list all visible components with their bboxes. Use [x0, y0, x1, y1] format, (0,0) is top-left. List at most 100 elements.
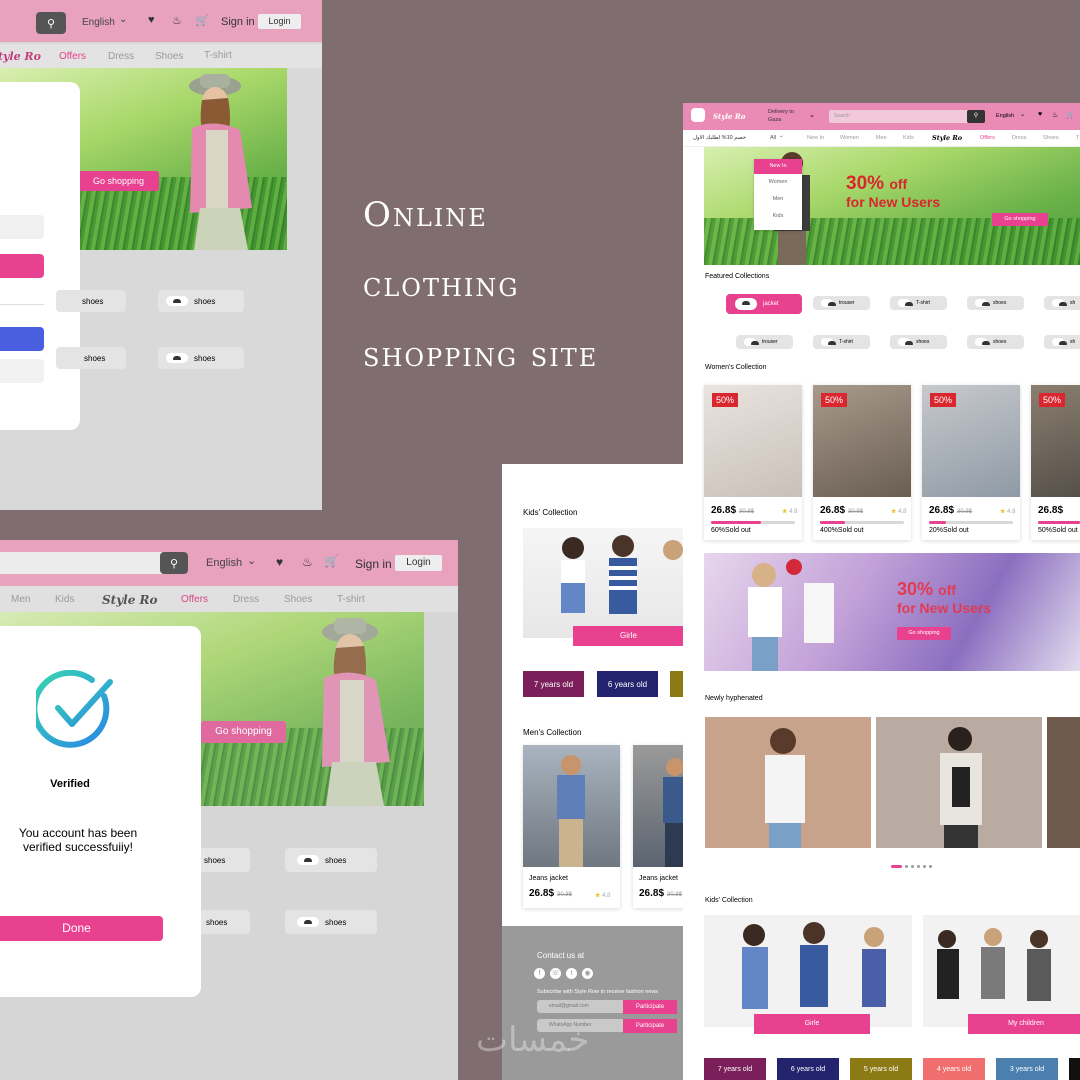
whatsapp-icon[interactable]: ☏: [550, 968, 561, 979]
featured-shoes-3[interactable]: shoes: [967, 335, 1024, 349]
nav-dress[interactable]: Dress: [233, 594, 259, 605]
participate-button-2[interactable]: Participate: [623, 1019, 677, 1033]
twitter-icon[interactable]: t: [566, 968, 577, 979]
featured-sh[interactable]: sh: [1044, 296, 1080, 310]
brand-logo[interactable]: Style Ro: [713, 112, 745, 121]
carousel-dot[interactable]: [911, 865, 914, 868]
featured-trouser-2[interactable]: trouser: [736, 335, 793, 349]
featured-jacket[interactable]: jacket: [726, 294, 802, 314]
language-select[interactable]: English: [996, 113, 1014, 119]
heart-icon[interactable]: ♥: [1038, 111, 1042, 118]
carousel-dot-active[interactable]: [891, 865, 902, 868]
nav-dress[interactable]: Dress: [108, 51, 134, 62]
modal-field-2[interactable]: [0, 359, 44, 383]
modal-pink-button[interactable]: [0, 254, 44, 278]
nav-offers[interactable]: Offers: [980, 135, 995, 141]
girls-button[interactable]: Girle: [754, 1014, 870, 1034]
brand-logo[interactable]: Style Ro: [102, 593, 158, 607]
nav-men[interactable]: Men: [11, 594, 30, 605]
modal-field-1[interactable]: [0, 215, 44, 239]
chip-shoes-2[interactable]: shoes: [285, 848, 377, 872]
carousel-dot[interactable]: [917, 865, 920, 868]
nav-offers[interactable]: Offers: [181, 594, 208, 605]
bell-icon[interactable]: ♨: [302, 555, 313, 569]
carousel-dot[interactable]: [905, 865, 908, 868]
featured-tshirt-2[interactable]: T-shirt: [813, 335, 870, 349]
nav-brand[interactable]: Style Ro: [932, 134, 962, 142]
login-button[interactable]: Login: [395, 555, 442, 571]
nav-tshirt[interactable]: T-shirt: [337, 594, 365, 605]
nav-tshirt[interactable]: T-shirt: [204, 50, 232, 61]
chip-shoes-2[interactable]: shoes: [158, 290, 244, 312]
cart-icon[interactable]: 🛒: [1066, 111, 1075, 119]
cart-icon[interactable]: 🛒: [195, 14, 209, 27]
cart-icon[interactable]: 🛒: [324, 554, 339, 568]
women-product-card[interactable]: 50% 26.8$ 30.8$ ★ 4.8 60%Sold out: [704, 385, 802, 540]
featured-tshirt[interactable]: T-shirt: [890, 296, 947, 310]
chip-shoes-3[interactable]: shoes: [56, 347, 126, 369]
go-shopping-button[interactable]: Go shopping: [992, 213, 1048, 226]
bell-icon[interactable]: ♨: [1052, 111, 1058, 119]
chip-shoes-4[interactable]: shoes: [158, 347, 244, 369]
signin-link[interactable]: Sign in: [355, 557, 392, 571]
done-button[interactable]: Done: [0, 916, 163, 941]
nav-dress[interactable]: Dress: [1012, 135, 1026, 141]
women-product-card[interactable]: 50% 26.8$ 30.8$ ★ 4.8 20%Sold out: [922, 385, 1020, 540]
age-5-button[interactable]: [670, 671, 684, 697]
dropdown-kids[interactable]: Kids: [754, 208, 802, 225]
dropdown-women[interactable]: Women: [754, 174, 802, 191]
women-product-card[interactable]: 50% 26.8$ 30.8$ ★ 4.8 400%Sold out: [813, 385, 911, 540]
search-button[interactable]: ⚲: [160, 552, 188, 574]
carousel-dot[interactable]: [929, 865, 932, 868]
age-tag[interactable]: 6 years old: [777, 1058, 839, 1080]
chip-shoes-4[interactable]: shoes: [285, 910, 377, 934]
age-tag[interactable]: 7 years old: [704, 1058, 766, 1080]
go-shopping-button[interactable]: Go shopping: [78, 171, 159, 191]
women-product-card[interactable]: 50% 26.8$ 50%Sold out: [1031, 385, 1080, 540]
search-button[interactable]: ⚲: [967, 110, 985, 123]
dropdown-new-in[interactable]: New In: [754, 159, 802, 174]
nav-women[interactable]: Women: [840, 135, 859, 141]
girls-button[interactable]: Girle: [573, 626, 684, 646]
product-card[interactable]: Jeans jacket 26.8$ 30.8$: [633, 745, 684, 908]
facebook-icon[interactable]: f: [534, 968, 545, 979]
age-tag[interactable]: 3 years old: [996, 1058, 1058, 1080]
featured-shoes[interactable]: shoes: [967, 296, 1024, 310]
age-7-button[interactable]: 7 years old: [523, 671, 584, 697]
search-input[interactable]: Search: [829, 110, 979, 123]
promo-go-shopping-button[interactable]: Go shopping: [897, 627, 951, 640]
email-field[interactable]: email@gmail.com: [537, 1000, 625, 1013]
brand-logo[interactable]: Style Ro: [0, 50, 41, 63]
age-tag-partial[interactable]: [1069, 1058, 1080, 1080]
chip-shoes-1[interactable]: shoes: [56, 290, 126, 312]
language-select[interactable]: English: [206, 557, 242, 569]
nav-shoes[interactable]: Shoes: [284, 594, 312, 605]
age-tag[interactable]: 4 years old: [923, 1058, 985, 1080]
nav-offers[interactable]: Offers: [59, 51, 86, 62]
my-children-button[interactable]: My children: [968, 1014, 1080, 1034]
age-tag[interactable]: 5 years old: [850, 1058, 912, 1080]
featured-shoes-2[interactable]: shoes: [890, 335, 947, 349]
nav-t[interactable]: T: [1076, 135, 1079, 141]
signin-link[interactable]: Sign in: [221, 16, 255, 28]
featured-sh-2[interactable]: sh: [1044, 335, 1080, 349]
carousel-dot[interactable]: [923, 865, 926, 868]
nav-all[interactable]: All: [770, 135, 776, 141]
nav-men[interactable]: Men: [876, 135, 887, 141]
search-button[interactable]: ⚲: [36, 12, 66, 34]
nav-shoes[interactable]: Shoes: [155, 51, 183, 62]
nav-kids[interactable]: Kids: [55, 594, 74, 605]
language-select[interactable]: English: [82, 17, 115, 28]
nav-shoes[interactable]: Shoes: [1043, 135, 1059, 141]
dropdown-men[interactable]: Men: [754, 191, 802, 208]
nav-kids[interactable]: Kids: [903, 135, 914, 141]
login-button[interactable]: Login: [258, 14, 301, 29]
modal-blue-button[interactable]: [0, 327, 44, 351]
participate-button-1[interactable]: Participate: [623, 1000, 677, 1014]
nav-new-in[interactable]: New In: [807, 135, 824, 141]
delivery-city[interactable]: Gaza: [768, 117, 781, 123]
heart-icon[interactable]: ♥: [276, 555, 283, 569]
featured-trouser[interactable]: trouser: [813, 296, 870, 310]
go-shopping-button[interactable]: Go shopping: [201, 721, 286, 743]
bell-icon[interactable]: ♨: [172, 14, 182, 27]
